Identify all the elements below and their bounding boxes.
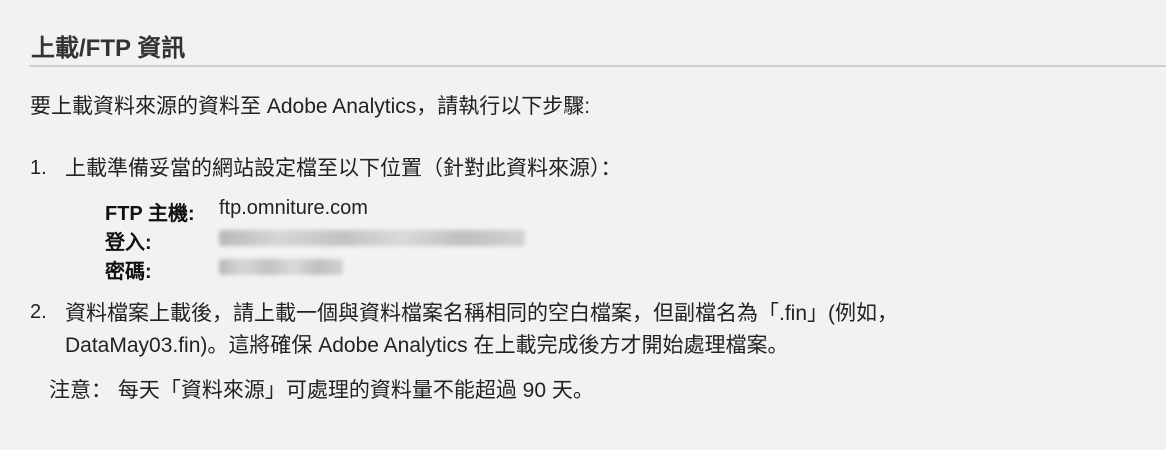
ftp-login-label: 登入: [105,232,152,254]
section-heading: 上載/FTP 資訊 [31,35,186,62]
ftp-host-label: FTP 主機: [105,203,195,225]
note-text: 注意： 每天「資料來源」可處理的資料量不能超過 90 天。 [49,379,594,402]
step-2-text-line2: DataMay03.fin)。這將確保 Adobe Analytics 在上載完… [65,334,789,357]
ftp-host-value: ftp.omniture.com [219,197,368,219]
step-1-text: 上載準備妥當的網站設定檔至以下位置（針對此資料來源）： [65,157,622,180]
ftp-password-value-redacted [219,259,343,275]
ftp-info-panel: 上載/FTP 資訊 要上載資料來源的資料至 Adobe Analytics，請執… [0,0,1166,450]
ftp-login-value-redacted [219,230,525,246]
step-2-text-line1: 資料檔案上載後，請上載一個與資料檔案名稱相同的空白檔案，但副檔名為「.fin」(… [65,302,899,325]
step-1-number: 1. [30,157,47,179]
intro-text: 要上載資料來源的資料至 Adobe Analytics，請執行以下步驟: [30,95,591,118]
ftp-password-label: 密碼: [105,261,152,283]
step-2-number: 2. [30,301,47,323]
heading-divider [29,65,1166,67]
